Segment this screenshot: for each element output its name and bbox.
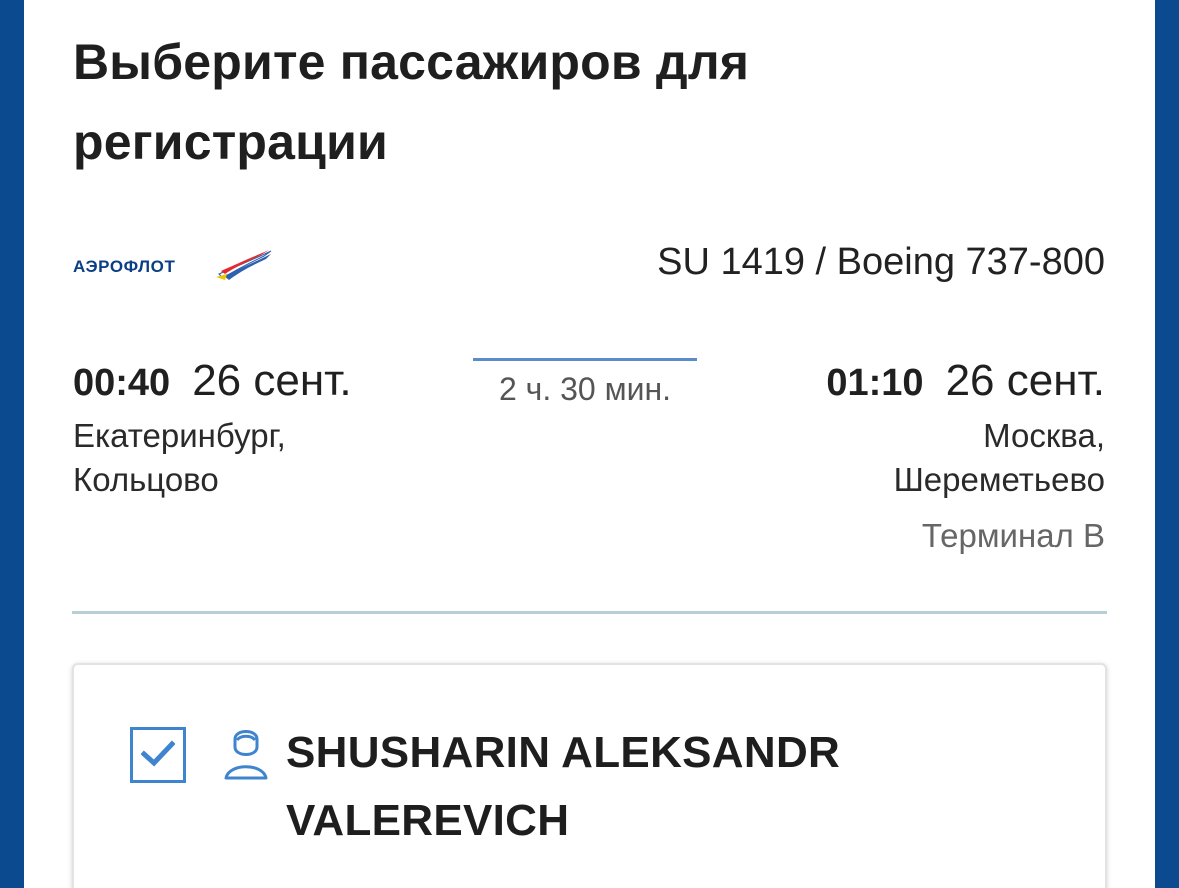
departure-location: Екатеринбург, Кольцово <box>73 414 453 502</box>
arrival-terminal: Терминал B <box>921 517 1105 554</box>
checkin-panel: Выберите пассажиров для регистрации АЭРО… <box>24 0 1155 888</box>
arrival-airport: Шереметьево <box>893 461 1105 498</box>
departure-datetime: 00:40 26 сент. <box>73 355 352 409</box>
section-divider <box>72 611 1107 614</box>
person-icon <box>224 730 268 780</box>
departure-date: 26 сент. <box>192 356 352 405</box>
aeroflot-logo: АЭРОФЛОТ <box>73 250 272 280</box>
arrival-city: Москва, <box>983 417 1105 454</box>
departure-time: 00:40 <box>73 362 171 404</box>
checkmark-icon <box>141 740 175 767</box>
arrival-datetime: 01:10 26 сент. <box>826 355 1105 409</box>
airline-logo-text: АЭРОФЛОТ <box>73 257 175 276</box>
passenger-checkbox[interactable] <box>130 727 186 783</box>
arrival-time: 01:10 <box>826 362 924 404</box>
duration-line <box>473 358 697 361</box>
arrival-date: 26 сент. <box>945 356 1105 405</box>
duration-text: 2 ч. 30 мин. <box>498 371 672 407</box>
passenger-card[interactable]: SHUSHARIN ALEKSANDR VALEREVICH <box>72 663 1107 888</box>
passenger-name: SHUSHARIN ALEKSANDR VALEREVICH <box>286 728 841 845</box>
departure-city: Екатеринбург, <box>73 417 286 454</box>
flight-number-aircraft: SU 1419 / Boeing 737-800 <box>657 241 1105 283</box>
page-title: Выберите пассажиров для регистрации <box>73 34 750 170</box>
departure-airport: Кольцово <box>73 461 219 498</box>
flight-duration: 2 ч. 30 мин. <box>473 358 697 409</box>
app-frame: Выберите пассажиров для регистрации АЭРО… <box>0 0 1179 888</box>
arrival-location: Москва, Шереметьево Терминал B <box>745 414 1105 558</box>
